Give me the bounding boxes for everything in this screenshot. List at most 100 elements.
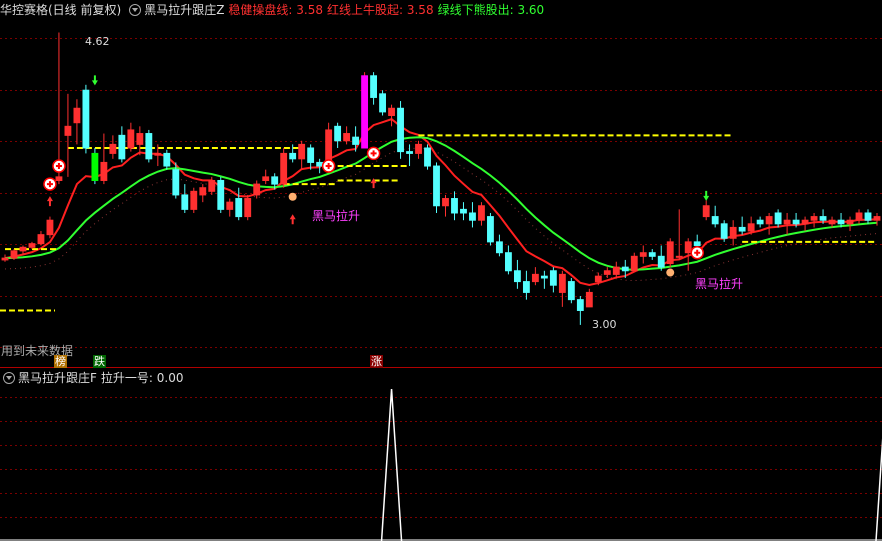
sub-item-value: 0.00	[156, 371, 184, 385]
candle-body	[792, 219, 800, 225]
candle-body	[451, 198, 458, 214]
candle-body	[738, 226, 746, 232]
candle-body	[783, 219, 791, 225]
candle-body	[675, 255, 683, 258]
item3-value: 3.60	[517, 3, 545, 17]
item2-value: 3.58	[406, 3, 434, 17]
signal-label-1: 黑马拉升	[312, 209, 361, 223]
candle-body	[585, 291, 593, 308]
sub-item-label: 拉升一号:	[100, 371, 157, 385]
low-price-label: 3.00	[592, 318, 617, 331]
item3-label: 绿线下熊股出:	[437, 3, 518, 17]
candle-body	[478, 205, 485, 221]
candle-body	[235, 198, 243, 218]
candle-body	[136, 133, 144, 145]
candle-body	[361, 75, 369, 149]
candle-body	[64, 125, 72, 136]
sub-signal-peak	[380, 388, 403, 541]
candle-body	[576, 299, 584, 311]
item1-value: 3.58	[296, 3, 323, 17]
candle-body	[522, 281, 530, 293]
candle-body	[864, 212, 872, 221]
candle-body	[244, 198, 252, 218]
candle-body	[343, 133, 351, 142]
candle-body	[666, 241, 674, 265]
tag-die: 跌	[93, 355, 106, 368]
candle-body	[289, 152, 297, 160]
candle-body	[765, 216, 773, 225]
candle-body	[109, 143, 117, 154]
candle-body	[837, 219, 845, 225]
sub-indicator-menu-icon[interactable]	[3, 371, 15, 384]
candle-body	[828, 219, 836, 225]
hand-signal-icon	[666, 268, 675, 277]
up-arrow-icon	[289, 214, 296, 225]
candle-body	[118, 134, 126, 160]
candle-body	[55, 176, 63, 181]
candle-body	[469, 212, 476, 221]
indicator-name[interactable]: 黑马拉升跟庄Z	[144, 3, 224, 17]
candle-body	[46, 219, 54, 236]
candle-body	[388, 107, 395, 116]
candle-body	[648, 252, 656, 257]
indicator-menu-icon[interactable]	[129, 3, 142, 16]
candle-body	[684, 241, 692, 254]
candle-body	[253, 183, 261, 196]
candle-body	[558, 273, 566, 293]
candle-body	[298, 143, 306, 160]
candle-body	[181, 194, 189, 210]
candle-body	[199, 187, 207, 196]
candle-body	[873, 216, 881, 221]
candle-body	[82, 89, 90, 149]
item2-label: 红线上牛股起:	[327, 3, 407, 17]
sub-signal-peak	[875, 438, 882, 541]
candle-body	[657, 255, 665, 268]
candle-body	[10, 250, 18, 259]
candle-body	[226, 201, 234, 210]
candle-body	[747, 223, 755, 232]
candle-body	[774, 212, 782, 225]
candle-body	[810, 216, 818, 221]
green-line-series	[4, 136, 878, 271]
candle-body	[208, 179, 216, 192]
candle-body	[370, 75, 377, 98]
dotted-band-line	[4, 147, 878, 282]
candle-body	[819, 216, 827, 221]
candle-body	[28, 243, 36, 248]
candle-body	[145, 133, 153, 160]
candle-body	[513, 270, 521, 283]
candle-body	[262, 176, 270, 181]
candle-body	[154, 152, 162, 156]
candle-body	[603, 270, 611, 275]
candle-body	[756, 219, 764, 225]
candle-body	[487, 216, 494, 243]
candle-body	[801, 219, 809, 225]
candle-body	[19, 246, 27, 252]
candle-body	[334, 125, 342, 142]
tag-bang: 榜	[54, 355, 67, 368]
candle-body	[433, 165, 440, 207]
candle-body	[630, 255, 638, 272]
up-arrow-icon	[46, 196, 53, 207]
candle-body	[531, 273, 539, 283]
candle-body	[1, 257, 9, 261]
candle-body	[172, 169, 180, 196]
candle-body	[594, 275, 602, 283]
candle-body	[855, 212, 863, 221]
candle-body	[460, 208, 467, 214]
chart-canvas[interactable]	[0, 0, 882, 541]
down-arrow-icon	[703, 190, 710, 201]
stock-name[interactable]: 华控赛格(日线 前复权)	[0, 3, 121, 17]
sub-indicator-name[interactable]: 黑马拉升跟庄F	[18, 371, 97, 385]
candle-body	[73, 107, 81, 124]
main-indicator-header: 华控赛格(日线 前复权) 黑马拉升跟庄Z 稳健操盘线: 3.58 红线上牛股起: 3.…	[0, 1, 548, 19]
signal-label-2: 黑马拉升	[695, 277, 744, 291]
candle-body	[702, 205, 710, 218]
candle-body	[163, 152, 171, 167]
candle-body	[567, 281, 575, 301]
high-price-label: 4.62	[85, 35, 110, 48]
hand-signal-icon	[288, 192, 297, 201]
candle-body	[442, 198, 449, 207]
candle-body	[379, 93, 386, 113]
candle-body	[612, 266, 620, 275]
